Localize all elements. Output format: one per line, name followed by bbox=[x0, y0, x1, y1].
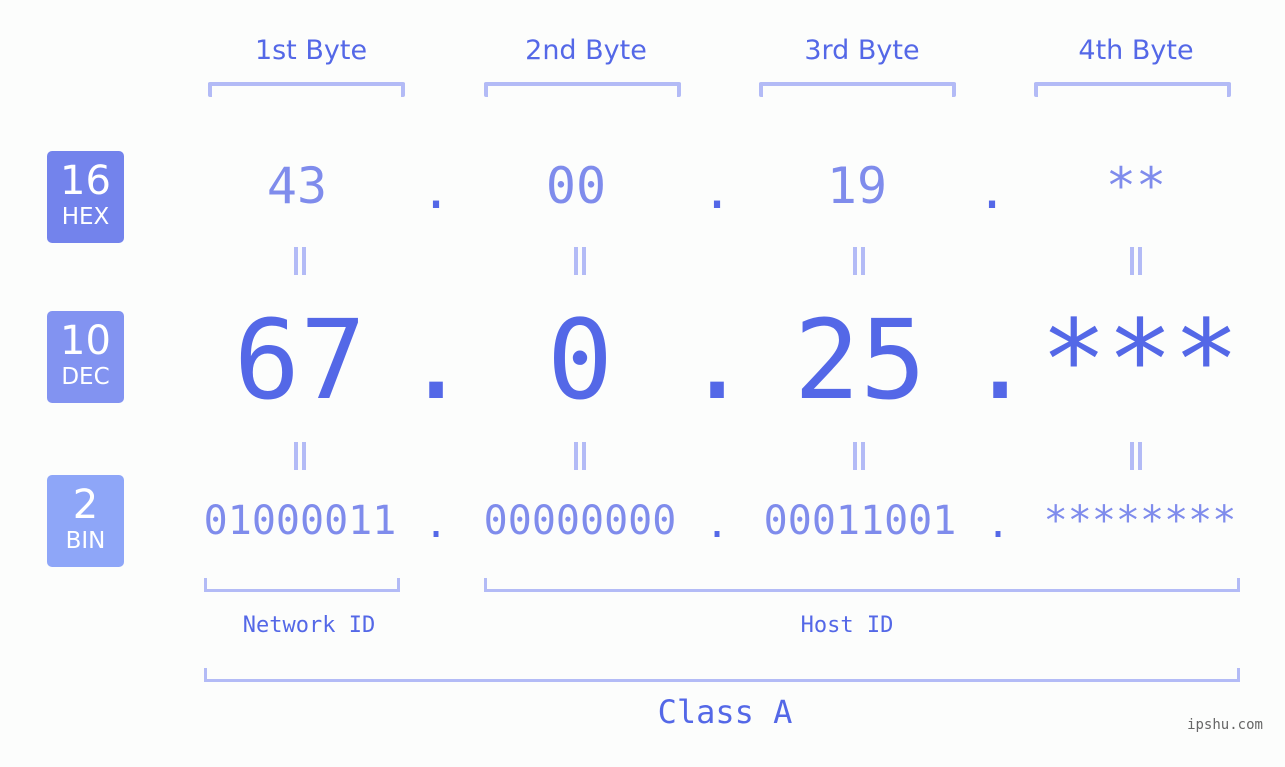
hex-byte-4: ** bbox=[1105, 157, 1167, 215]
byte-bracket-4 bbox=[1034, 82, 1231, 97]
hex-byte-3: 19 bbox=[826, 157, 888, 215]
hex-separator-3: . bbox=[976, 162, 1008, 220]
hex-base-number: 16 bbox=[60, 158, 111, 204]
dec-base-label: DEC bbox=[61, 364, 110, 390]
equals-icon bbox=[570, 442, 590, 470]
hex-byte-1: 43 bbox=[266, 157, 328, 215]
hex-separator-1: . bbox=[420, 162, 452, 220]
byte-header-3: 3rd Byte bbox=[804, 35, 920, 66]
byte-bracket-2 bbox=[484, 82, 681, 97]
byte-header-2: 2nd Byte bbox=[525, 35, 647, 66]
dec-byte-3: 25 bbox=[793, 296, 927, 424]
hex-byte-2: 00 bbox=[545, 157, 607, 215]
bin-separator-3: . bbox=[985, 501, 1011, 547]
equals-icon bbox=[570, 247, 590, 275]
bin-separator-1: . bbox=[423, 501, 449, 547]
equals-icon bbox=[290, 442, 310, 470]
hex-badge: 16 HEX bbox=[47, 151, 124, 243]
bin-base-label: BIN bbox=[65, 528, 106, 554]
hex-base-label: HEX bbox=[61, 204, 110, 230]
dec-byte-4: *** bbox=[1040, 296, 1240, 424]
dec-byte-1: 67 bbox=[233, 296, 367, 424]
equals-icon bbox=[849, 247, 869, 275]
dec-base-number: 10 bbox=[60, 318, 111, 364]
class-label: Class A bbox=[657, 693, 793, 731]
host-id-label: Host ID bbox=[800, 613, 894, 638]
bin-base-number: 2 bbox=[72, 482, 99, 528]
class-bracket bbox=[204, 668, 1240, 682]
host-id-bracket bbox=[484, 578, 1240, 592]
equals-icon bbox=[849, 442, 869, 470]
bin-separator-2: . bbox=[704, 501, 730, 547]
hex-separator-2: . bbox=[701, 162, 733, 220]
bin-byte-2: 00000000 bbox=[483, 498, 677, 544]
dec-badge: 10 DEC bbox=[47, 311, 124, 403]
bin-byte-1: 01000011 bbox=[203, 498, 397, 544]
byte-header-1: 1st Byte bbox=[254, 35, 368, 66]
byte-bracket-3 bbox=[759, 82, 956, 97]
equals-icon bbox=[1126, 442, 1146, 470]
byte-bracket-1 bbox=[208, 82, 405, 97]
network-id-label: Network ID bbox=[242, 613, 376, 638]
watermark: ipshu.com bbox=[1187, 717, 1263, 733]
bin-byte-3: 00011001 bbox=[763, 498, 957, 544]
byte-header-4: 4th Byte bbox=[1078, 35, 1194, 66]
dec-byte-2: 0 bbox=[546, 296, 614, 424]
bin-byte-4: ******** bbox=[1043, 498, 1237, 544]
bin-badge: 2 BIN bbox=[47, 475, 124, 567]
network-id-bracket bbox=[204, 578, 400, 592]
equals-icon bbox=[1126, 247, 1146, 275]
equals-icon bbox=[290, 247, 310, 275]
